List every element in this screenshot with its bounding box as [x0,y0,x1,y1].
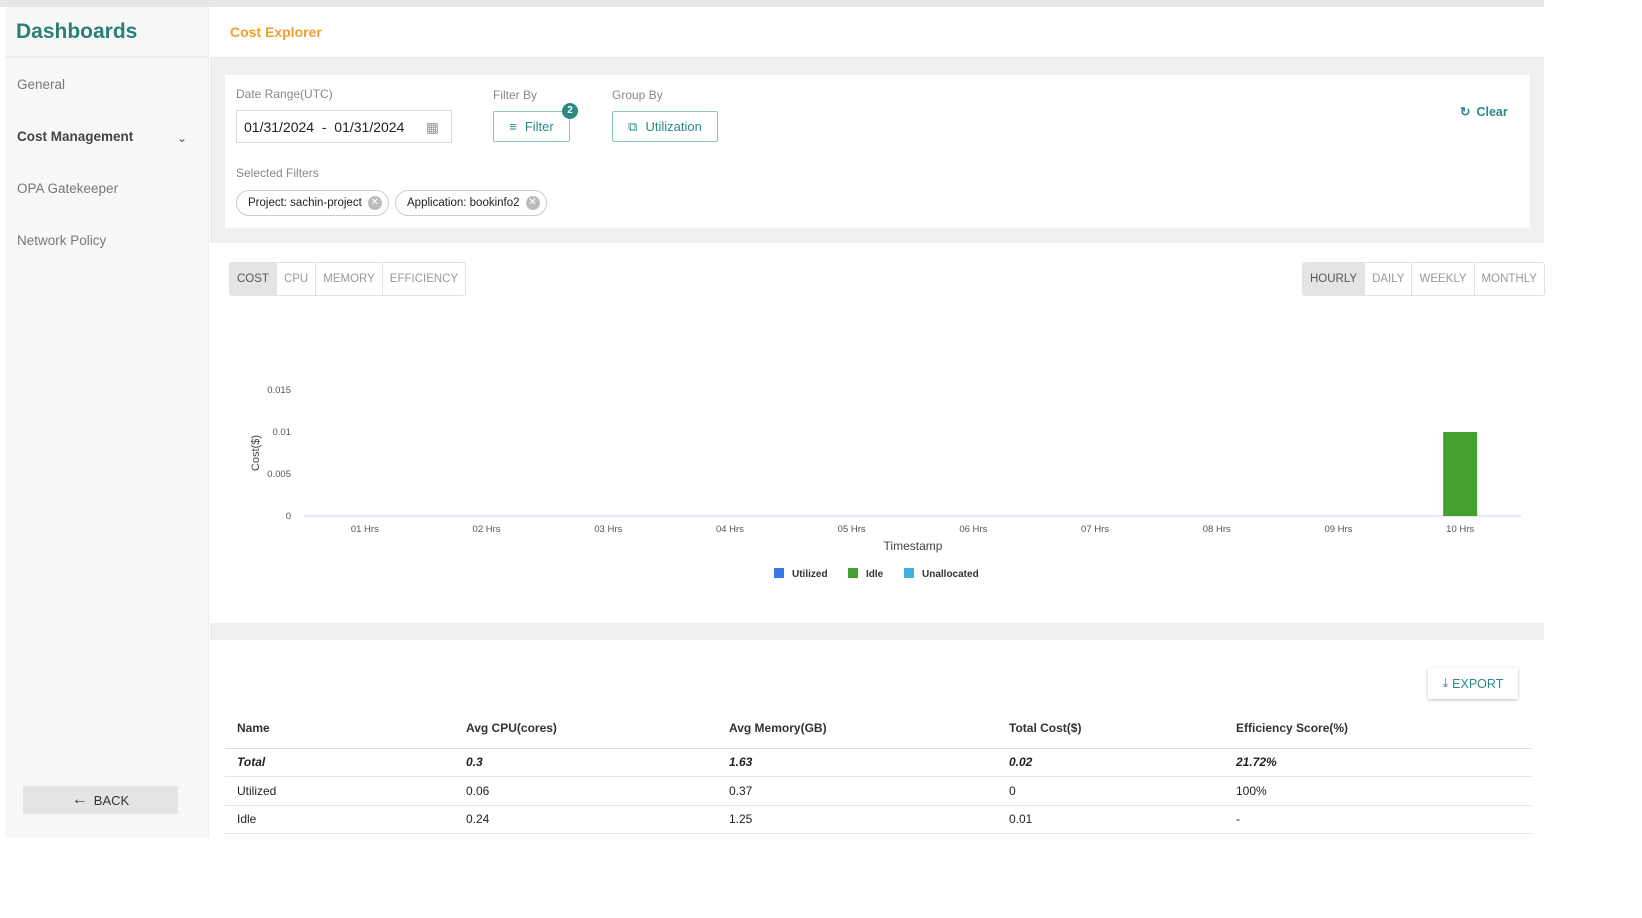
x-tick-label: 01 Hrs [351,524,379,535]
col-name: Name [225,708,454,749]
y-tick-label: 0 [286,511,291,522]
sidebar-item-general[interactable]: General [17,77,65,92]
y-tick-label: 0.015 [267,385,291,396]
reset-icon: ↻ [1460,105,1471,119]
legend-label: Idle [866,569,884,580]
date-range-label: Date Range(UTC) [236,87,333,101]
cell: 0.06 [454,776,717,806]
cell: 1.63 [717,748,997,777]
clear-label: Clear [1476,104,1508,119]
export-label: EXPORT [1452,676,1504,691]
back-label: BACK [93,792,130,808]
x-tick-label: 08 Hrs [1203,524,1231,535]
x-tick-label: 05 Hrs [838,524,866,535]
sidebar-item-network-policy[interactable]: Network Policy [17,233,106,248]
legend-swatch [848,568,858,578]
filter-chip: Application: bookinfo2 ✕ [395,190,547,216]
x-tick-label: 07 Hrs [1081,524,1109,535]
cell: 0.01 [997,805,1224,834]
x-tick-label: 09 Hrs [1324,524,1352,535]
layers-icon: ⧉ [628,118,638,134]
chip-label: Project: sachin-project [248,197,362,209]
y-axis-label: Cost($) [250,435,262,471]
cell: 0.3 [454,748,717,777]
legend-label: Unallocated [922,569,979,580]
sidebar-title: Dashboards [5,7,208,58]
cell: 1.25 [717,805,997,834]
x-tick-label: 03 Hrs [594,524,622,535]
sidebar-item-opa-gatekeeper[interactable]: OPA Gatekeeper [17,181,118,196]
x-tick-label: 02 Hrs [473,524,501,535]
sidebar-item-cost-management[interactable]: Cost Management [17,129,133,144]
date-range-input[interactable]: 01/31/2024 - 01/31/2024 ▦ [236,110,452,143]
table-row: Idle 0.24 1.25 0.01- [225,805,1532,834]
x-tick-label: 10 Hrs [1446,524,1474,535]
x-tick-label: 04 Hrs [716,524,744,535]
cell: 0.02 [997,748,1224,777]
cell: Idle [225,805,454,834]
group-by-button[interactable]: ⧉ Utilization [612,111,718,142]
filter-icon: ≡ [509,119,517,134]
table-header-row: Name Avg CPU(cores) Avg Memory(GB) Total… [225,708,1532,749]
arrow-left-icon: ← [71,791,88,808]
y-tick-label: 0.01 [273,427,292,438]
bar-idle [1443,432,1478,516]
y-tick-label: 0.005 [267,469,291,480]
clear-button[interactable]: ↻ Clear [1460,104,1508,120]
x-axis-label: Timestamp [884,539,943,553]
page-title: Cost Explorer [230,24,322,40]
filter-button[interactable]: ≡ Filter [493,111,570,142]
filter-count-badge: 2 [562,103,578,119]
sidebar: Dashboards General Cost Management ⌄ OPA… [5,7,209,838]
legend-swatch [774,568,784,578]
cell: Utilized [225,776,454,806]
cost-chart: 0 0.005 0.01 0.015 Cost($) Timestamp 01 Hrs 02 … [250,385,1521,580]
col-efficiency: Efficiency Score(%) [1224,708,1532,749]
col-avg-memory: Avg Memory(GB) [717,708,997,749]
chip-label: Application: bookinfo2 [407,197,520,209]
cell: 0.37 [717,776,997,806]
cell: 0 [997,776,1224,806]
cell: 21.72% [1224,748,1532,777]
x-tick-label: 06 Hrs [959,524,987,535]
date-range-value: 01/31/2024 - 01/31/2024 [244,119,405,135]
col-avg-cpu: Avg CPU(cores) [454,708,717,749]
table-row-total: Total 0.3 1.63 0.02 21.72% [225,748,1532,777]
top-band [0,0,1544,7]
filter-label: Filter [524,119,554,134]
calendar-icon[interactable]: ▦ [426,119,439,136]
cell: 100% [1224,776,1532,806]
filter-by-label: Filter By [493,88,538,102]
group-by-label: Group By [612,88,663,102]
cost-table: Name Avg CPU(cores) Avg Memory(GB) Total… [225,708,1532,834]
back-button[interactable]: ← BACK [23,786,178,814]
download-icon: ⤓ [1442,676,1449,690]
header: Cost Explorer [210,7,1544,58]
legend-swatch [904,568,914,578]
remove-chip-icon[interactable]: ✕ [525,196,540,210]
chevron-down-icon[interactable]: ⌄ [177,131,187,145]
export-button[interactable]: ⤓ EXPORT [1428,668,1518,699]
col-total-cost: Total Cost($) [997,708,1224,749]
filter-chip: Project: sachin-project ✕ [236,190,389,216]
cell: - [1224,805,1532,834]
remove-chip-icon[interactable]: ✕ [367,196,382,210]
cell: 0.24 [454,805,717,834]
legend-label: Utilized [792,569,828,580]
group-by-value: Utilization [645,119,702,134]
cell: Total [225,748,454,777]
table-row: Utilized 0.06 0.37 0 100% [225,776,1532,806]
selected-filters-label: Selected Filters [236,166,319,180]
